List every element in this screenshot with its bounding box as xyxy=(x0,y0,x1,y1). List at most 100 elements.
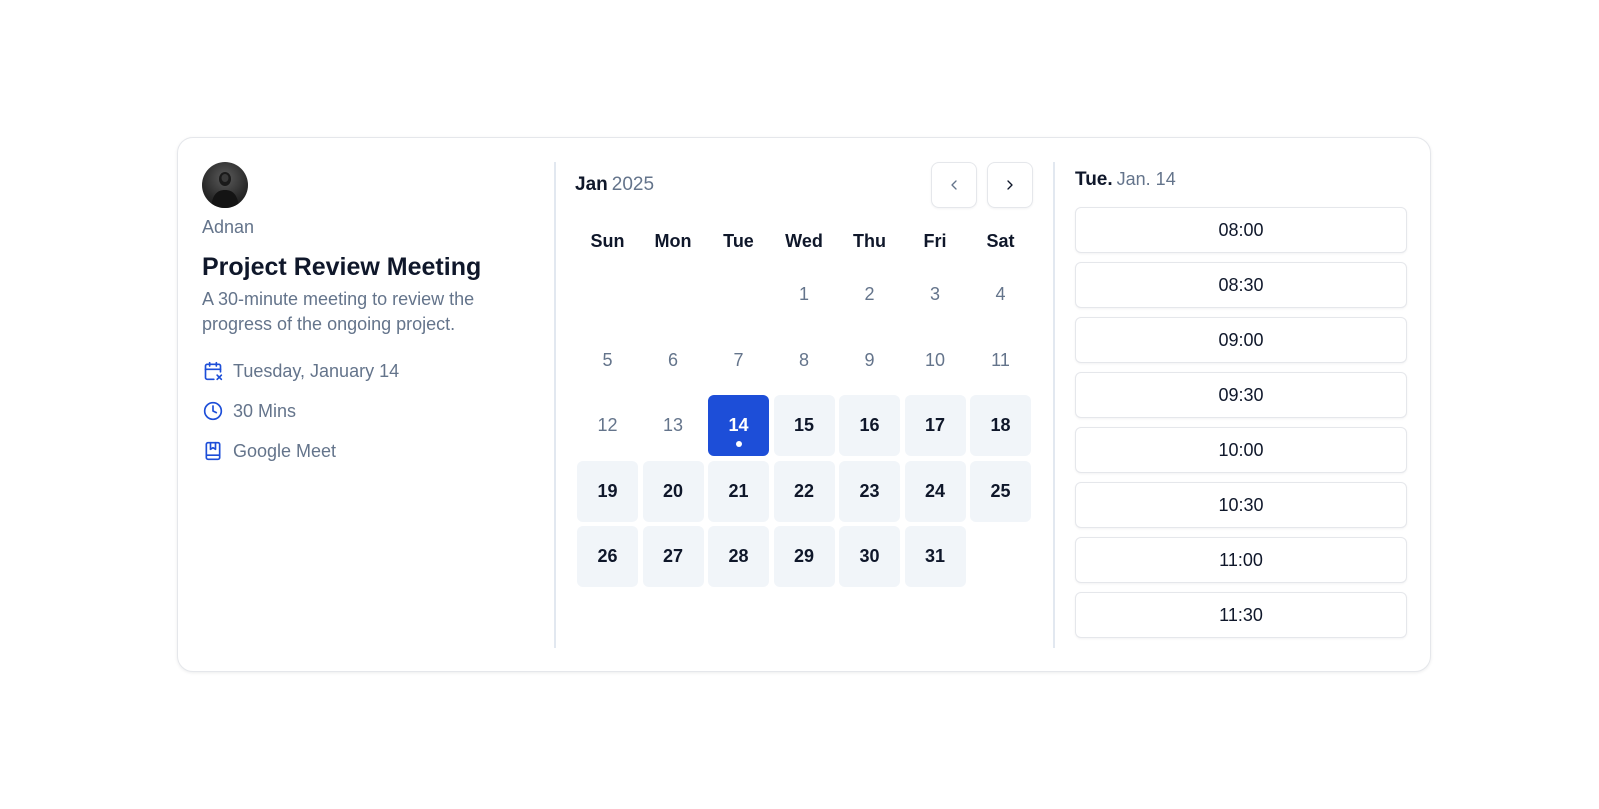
day-cell[interactable]: 30 xyxy=(839,526,900,587)
day-number: 10 xyxy=(924,349,946,370)
time-slot-button[interactable]: 10:30 xyxy=(1075,482,1407,528)
selected-day-label: Tue. xyxy=(1075,169,1113,190)
day-number: 8 xyxy=(798,349,809,370)
day-cell: 12 xyxy=(577,395,638,456)
day-cell[interactable]: 27 xyxy=(642,526,704,587)
day-cell[interactable]: 28 xyxy=(708,526,769,587)
day-cell: 4 xyxy=(970,264,1031,325)
day-cell[interactable]: 24 xyxy=(904,460,966,522)
day-number: 20 xyxy=(662,480,684,501)
day-cell: 5 xyxy=(577,330,638,391)
month-year-label: Jan 2025 xyxy=(575,174,654,196)
event-duration: 30 Mins xyxy=(233,400,297,421)
time-slot-button[interactable]: 08:00 xyxy=(1075,207,1407,253)
day-cell: 2 xyxy=(839,264,900,325)
day-number: 4 xyxy=(995,284,1006,304)
day-cell[interactable]: 15 xyxy=(773,395,835,456)
time-slot-button[interactable]: 09:00 xyxy=(1075,317,1407,363)
day-number: 26 xyxy=(597,546,618,566)
day-cell: 13 xyxy=(643,395,704,456)
day-number: 28 xyxy=(728,546,749,566)
day-number: 21 xyxy=(728,480,749,501)
weekday-label: Sun xyxy=(590,231,625,251)
day-cell[interactable]: 31 xyxy=(904,526,966,587)
day-cell[interactable]: 21 xyxy=(708,460,769,522)
day-number: 11 xyxy=(991,349,1010,370)
day-cell[interactable]: 25 xyxy=(970,460,1031,522)
empty-day-cell xyxy=(577,264,638,325)
event-date: Tuesday, January 14 xyxy=(233,360,400,381)
day-number: 30 xyxy=(859,546,880,566)
event-meta-list: Tuesday, January 14 30 Mins Google Meet xyxy=(202,351,532,471)
weekday-label: Thu xyxy=(853,231,886,251)
time-slot-button[interactable]: 11:00 xyxy=(1075,537,1407,583)
day-number: 25 xyxy=(990,480,1011,501)
day-cell: 6 xyxy=(643,330,704,391)
selected-date-heading: Tue. Jan. 14 xyxy=(1075,162,1407,196)
day-cell[interactable]: 16 xyxy=(839,395,900,456)
time-slot-list: 08:00 08:30 09:00 09:30 10:00 10:30 11:00 11:30 xyxy=(1075,207,1407,638)
empty-day-cell xyxy=(643,264,704,325)
booking-card: Adnan Project Review Meeting A 30-minute… xyxy=(177,137,1431,672)
day-number: 27 xyxy=(662,546,684,566)
day-number: 12 xyxy=(597,415,618,435)
day-cell[interactable]: 18 xyxy=(970,395,1031,456)
bookmark-book-icon xyxy=(202,440,224,462)
chevron-right-icon xyxy=(1007,180,1013,190)
divider xyxy=(1053,162,1055,648)
day-number: 17 xyxy=(924,415,946,435)
time-slot-button[interactable]: 09:30 xyxy=(1075,372,1407,418)
day-cell-selected[interactable]: 14 xyxy=(708,395,769,456)
day-number: 18 xyxy=(990,415,1011,435)
event-info-panel: Adnan Project Review Meeting A 30-minute… xyxy=(202,162,532,471)
day-number: 22 xyxy=(793,480,815,501)
time-slot-button[interactable]: 08:30 xyxy=(1075,262,1407,308)
day-cell[interactable]: 23 xyxy=(839,460,900,522)
empty-day-cell xyxy=(708,264,769,325)
day-number: 7 xyxy=(733,349,744,370)
time-slots-panel: Tue. Jan. 14 08:00 08:30 09:00 09:30 10:00 10:… xyxy=(1075,162,1407,647)
day-number: 13 xyxy=(662,415,684,435)
time-slot-button[interactable]: 11:30 xyxy=(1075,592,1407,638)
weekday-label: Wed xyxy=(785,231,823,251)
day-number: 23 xyxy=(859,480,880,501)
weekday-header-row: Sun Mon Tue Wed Thu Fri Sat xyxy=(575,226,1033,256)
day-cell: 8 xyxy=(774,330,835,391)
day-cell[interactable]: 22 xyxy=(773,460,835,522)
calendar-x-icon xyxy=(202,360,224,382)
event-location-row: Google Meet xyxy=(202,431,532,471)
day-number: 6 xyxy=(667,349,678,370)
next-month-button[interactable] xyxy=(987,162,1033,208)
weekday-label: Mon xyxy=(654,231,692,251)
day-cell[interactable]: 26 xyxy=(577,526,638,587)
day-number: 3 xyxy=(929,284,940,304)
day-number: 1 xyxy=(798,284,809,304)
divider xyxy=(554,162,556,648)
day-number: 14 xyxy=(728,415,749,435)
chevron-left-icon xyxy=(951,180,957,190)
day-cell[interactable]: 20 xyxy=(642,460,704,522)
event-duration-row: 30 Mins xyxy=(202,391,532,431)
month-label: Jan xyxy=(575,174,608,195)
prev-month-button[interactable] xyxy=(931,162,977,208)
day-cell: 9 xyxy=(839,330,900,391)
event-description: A 30-minute meeting to review the progre… xyxy=(202,289,475,334)
year-label: 2025 xyxy=(611,174,655,195)
time-slot-button[interactable]: 10:00 xyxy=(1075,427,1407,473)
month-nav xyxy=(931,162,1033,208)
day-grid: 1 2 3 4 5 6 7 8 9 10 11 12 13 14 15 16 17 18 19 20 21 22 23 24 2… xyxy=(575,264,1033,587)
day-cell[interactable]: 29 xyxy=(773,526,835,587)
weekday-label: Fri xyxy=(923,231,947,251)
day-cell: 11 xyxy=(970,330,1031,391)
day-cell: 7 xyxy=(708,330,769,391)
day-cell[interactable]: 17 xyxy=(904,395,966,456)
today-indicator-dot xyxy=(735,441,742,447)
calendar: Jan 2025 Sun Mon Tue Wed Thu Fri Sat 1234567891… xyxy=(575,162,1033,587)
day-number: 16 xyxy=(859,415,880,435)
weekday-label: Sat xyxy=(986,231,1015,251)
clock-icon xyxy=(202,400,224,422)
day-cell[interactable]: 19 xyxy=(577,460,638,522)
day-cell: 3 xyxy=(905,264,966,325)
day-number: 24 xyxy=(924,480,946,501)
day-number: 15 xyxy=(793,415,815,435)
